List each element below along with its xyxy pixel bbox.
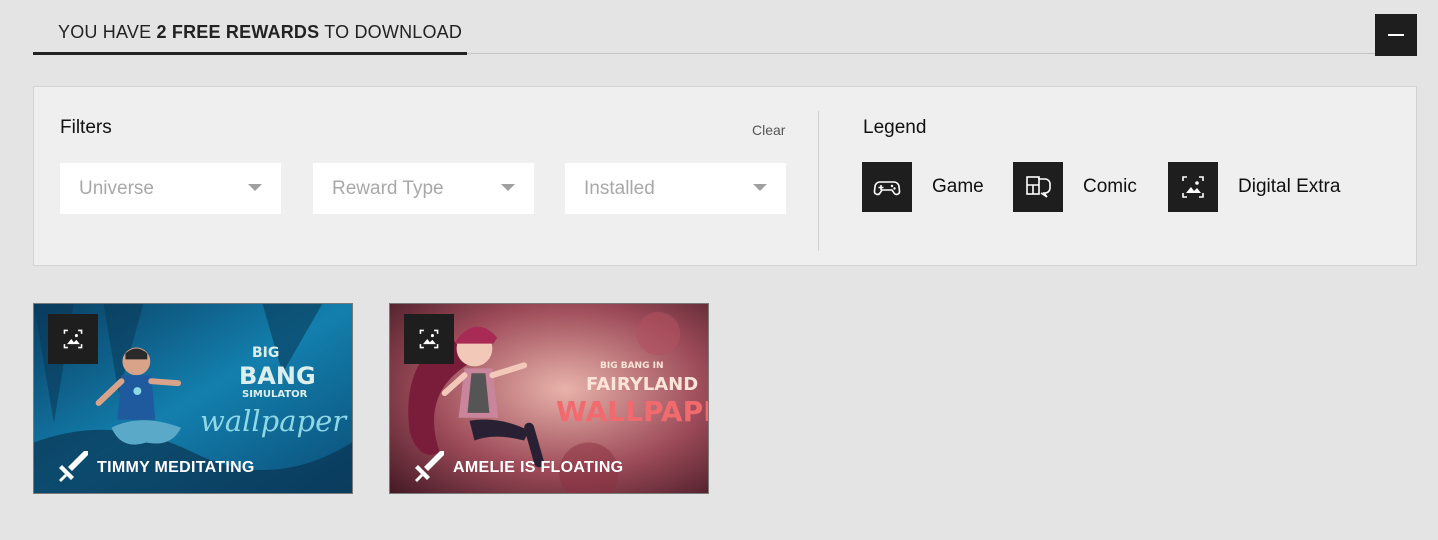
- heading-suffix: TO DOWNLOAD: [319, 22, 463, 42]
- art-line-1: BIG BANG IN: [600, 361, 664, 371]
- filters-title: Filters: [60, 117, 112, 138]
- collapse-button[interactable]: [1375, 14, 1417, 56]
- sword-icon: [59, 451, 88, 482]
- installed-dropdown[interactable]: Installed: [565, 163, 786, 214]
- filter-panel: Filters Clear Universe Reward Type Insta…: [33, 86, 1417, 266]
- legend-label-digital-extra: Digital Extra: [1238, 176, 1341, 197]
- heading-underline: [33, 52, 467, 55]
- reward-card-amelie[interactable]: BIG BANG IN FAIRYLAND WALLPAPER AMELIE I…: [389, 303, 709, 494]
- heading-prefix: YOU HAVE: [58, 22, 157, 42]
- legend-label-comic: Comic: [1083, 176, 1137, 197]
- chevron-down-icon: [501, 184, 515, 191]
- comic-icon: [1013, 162, 1063, 212]
- universe-dropdown-label: Universe: [79, 178, 154, 199]
- panel-divider: [818, 111, 819, 251]
- image-icon: [1168, 162, 1218, 212]
- clear-filters-link[interactable]: Clear: [752, 122, 785, 138]
- card-footer: TIMMY MEDITATING: [34, 443, 352, 493]
- art-line-3: SIMULATOR: [242, 389, 308, 400]
- reward-card-timmy[interactable]: BIG BANG SIMULATOR wallpaper TIMMY MEDIT…: [33, 303, 353, 494]
- image-icon: [48, 314, 98, 364]
- reward-type-dropdown[interactable]: Reward Type: [313, 163, 534, 214]
- reward-type-dropdown-label: Reward Type: [332, 178, 444, 199]
- installed-dropdown-label: Installed: [584, 178, 655, 199]
- reward-title: TIMMY MEDITATING: [97, 459, 255, 476]
- minus-icon: [1388, 34, 1404, 36]
- art-line-2: FAIRYLAND: [586, 374, 699, 395]
- card-footer: AMELIE IS FLOATING: [390, 443, 708, 493]
- legend-title: Legend: [863, 117, 927, 138]
- image-icon: [404, 314, 454, 364]
- rewards-heading: YOU HAVE 2 FREE REWARDS TO DOWNLOAD: [58, 22, 462, 43]
- art-line-2: BANG: [239, 362, 316, 390]
- universe-dropdown[interactable]: Universe: [60, 163, 281, 214]
- chevron-down-icon: [753, 184, 767, 191]
- art-word: wallpaper: [200, 404, 347, 438]
- gamepad-icon: [862, 162, 912, 212]
- chevron-down-icon: [248, 184, 262, 191]
- art-word: WALLPAPER: [556, 395, 708, 428]
- rewards-header: YOU HAVE 2 FREE REWARDS TO DOWNLOAD: [33, 0, 1417, 56]
- heading-count: 2 FREE REWARDS: [156, 22, 320, 42]
- legend-label-game: Game: [932, 176, 984, 197]
- art-line-1: BIG: [252, 345, 280, 361]
- reward-title: AMELIE IS FLOATING: [453, 459, 624, 476]
- sword-icon: [415, 451, 444, 482]
